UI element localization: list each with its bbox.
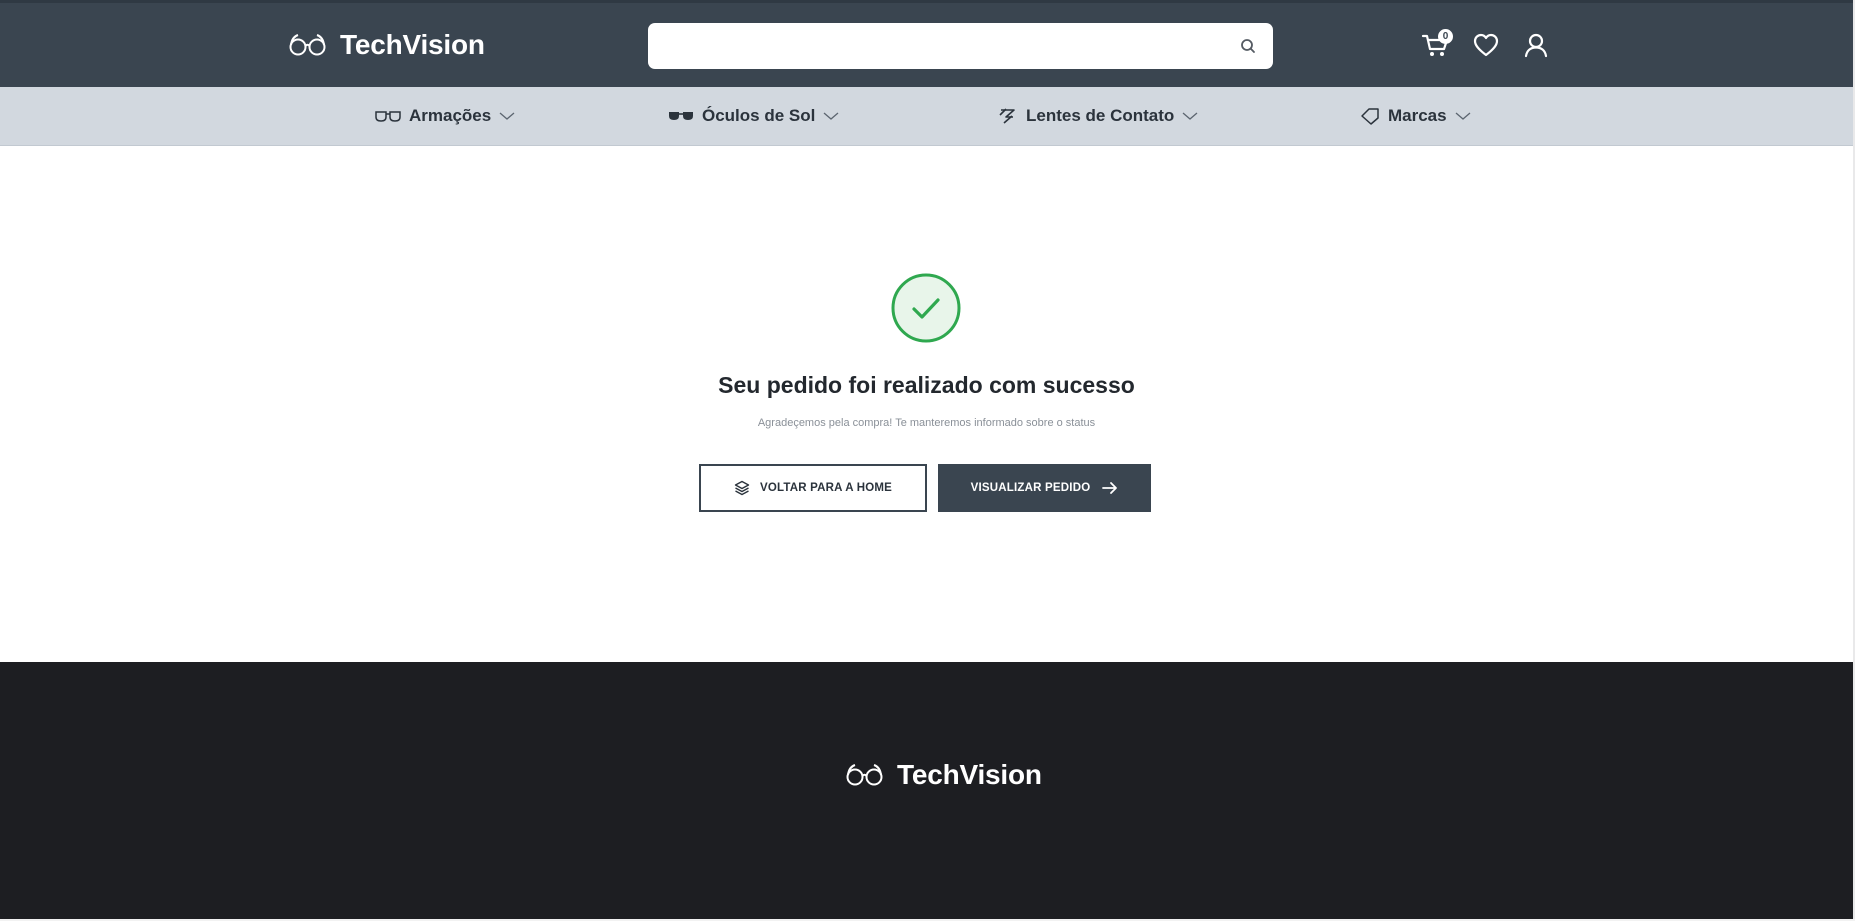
search-icon[interactable] (1237, 35, 1259, 57)
back-to-home-label: VOLTAR PARA A HOME (759, 482, 892, 494)
back-to-home-button[interactable]: VOLTAR PARA A HOME (699, 464, 927, 512)
category-nav: Armações Óculos de Sol Lentes de Contato… (0, 87, 1855, 146)
nav-item-oculos-de-sol[interactable]: Óculos de Sol (668, 87, 839, 145)
header-actions: 0 (1418, 27, 1568, 67)
site-footer: TechVision (0, 662, 1853, 921)
search-input[interactable] (662, 23, 1226, 71)
view-order-button[interactable]: VISUALIZAR PEDIDO (938, 464, 1151, 512)
nav-label: Óculos de Sol (702, 106, 816, 125)
sunglasses-icon (668, 110, 694, 122)
success-subtitle: Agradeçemos pela compra! Te manteremos i… (757, 417, 1096, 429)
tag-icon (1360, 107, 1380, 125)
chevron-down-icon (499, 111, 515, 121)
nav-label: Marcas (1388, 106, 1447, 125)
view-order-label: VISUALIZAR PEDIDO (970, 482, 1091, 494)
order-confirmation: Seu pedido foi realizado com sucesso Agr… (0, 146, 1853, 662)
nav-item-armacoes[interactable]: Armações (375, 87, 515, 145)
site-header: TechVision 0 (0, 0, 1855, 87)
nav-item-marcas[interactable]: Marcas (1360, 87, 1471, 145)
glasses-logo-icon (288, 33, 328, 57)
footer-brand-link[interactable]: TechVision (845, 759, 1042, 791)
layers-icon (734, 480, 750, 496)
account-button[interactable] (1518, 29, 1554, 65)
contact-lens-icon (998, 107, 1018, 125)
cart-button[interactable]: 0 (1418, 29, 1454, 65)
cart-count-badge: 0 (1438, 29, 1453, 44)
arrow-right-icon (1102, 481, 1118, 495)
page: TechVision 0 Armações Óculos de Sol Lent… (0, 0, 1855, 921)
wishlist-button[interactable] (1468, 29, 1504, 65)
success-title: Seu pedido foi realizado com sucesso (718, 372, 1135, 398)
nav-label: Lentes de Contato (1026, 106, 1175, 125)
eyeglasses-icon (375, 109, 401, 123)
nav-item-lentes-de-contato[interactable]: Lentes de Contato (998, 87, 1198, 145)
glasses-logo-icon (845, 763, 885, 787)
chevron-down-icon (823, 111, 839, 121)
search-bar (648, 23, 1273, 71)
brand-logo-link[interactable]: TechVision (288, 29, 485, 61)
chevron-down-icon (1455, 111, 1471, 121)
user-icon (1522, 31, 1550, 64)
nav-label: Armações (409, 106, 492, 125)
brand-name: TechVision (340, 29, 485, 60)
footer-brand-name: TechVision (897, 759, 1042, 790)
check-circle-icon (890, 272, 962, 344)
chevron-down-icon (1182, 111, 1198, 121)
heart-icon (1472, 32, 1500, 63)
